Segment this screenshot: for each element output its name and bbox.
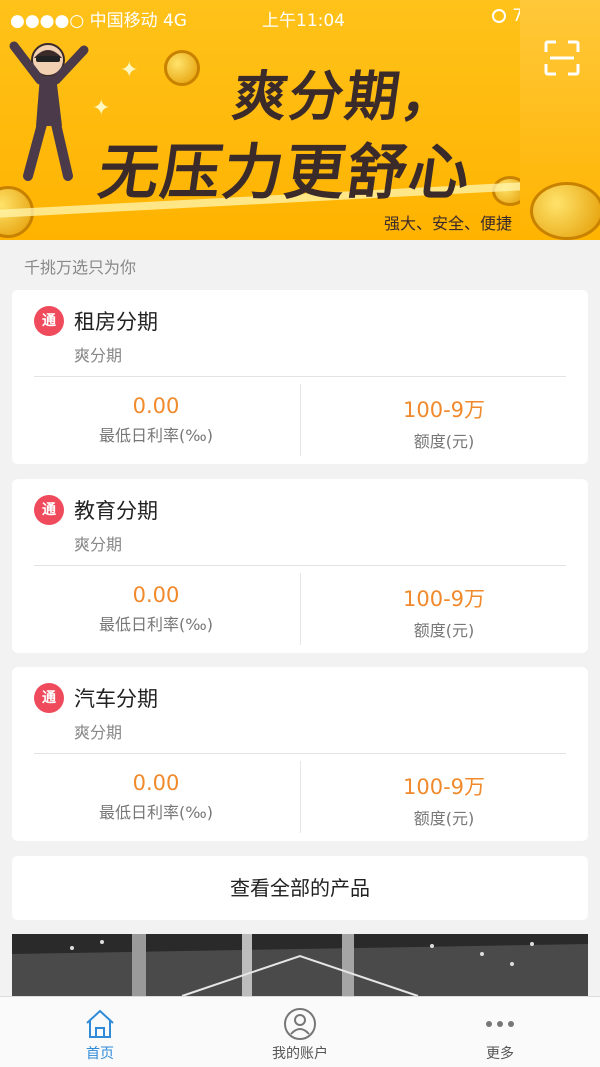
coin-icon — [530, 182, 600, 240]
badge-icon: 通 — [34, 306, 64, 336]
status-bar: ●●●●○ 中国移动 4G 上午11:04 76% — [0, 0, 600, 32]
product-title: 租房分期 — [74, 310, 158, 334]
limit-stat: 100-9万 额度(元) — [300, 771, 588, 829]
banner-tagline: 强大、安全、便捷 — [384, 214, 513, 233]
user-circle-icon — [284, 1008, 316, 1040]
promo-banner[interactable]: ●●●●○ 中国移动 4G 上午11:04 76% ✦ ✦ 爽分期， 无压力更舒… — [0, 0, 600, 240]
product-subtitle: 爽分期 — [74, 535, 123, 554]
banner-headline-2: 无压力更舒心 — [94, 138, 477, 208]
product-subtitle: 爽分期 — [74, 723, 123, 742]
more-dots-icon — [486, 1021, 514, 1027]
tab-home[interactable]: 首页 — [0, 997, 200, 1067]
bottom-tab-bar: 首页 我的账户 更多 — [0, 996, 600, 1067]
coin-icon — [164, 50, 200, 86]
rate-label: 最低日利率(‰) — [99, 615, 213, 634]
rate-label: 最低日利率(‰) — [99, 803, 213, 822]
product-card-education[interactable]: 通 教育分期 爽分期 0.00 最低日利率(‰) 100-9万 额度(元) — [12, 479, 588, 653]
tab-more-label: 更多 — [486, 1046, 514, 1062]
divider — [34, 376, 566, 377]
tab-account[interactable]: 我的账户 — [200, 997, 400, 1067]
divider — [34, 753, 566, 754]
carrier-label: ●●●●○ 中国移动 4G — [10, 11, 187, 31]
section-hint: 千挑万选只为你 — [24, 258, 137, 277]
rotation-lock-icon — [492, 9, 507, 23]
product-card-rent[interactable]: 通 租房分期 爽分期 0.00 最低日利率(‰) 100-9万 额度(元) — [12, 290, 588, 464]
tab-more[interactable]: 更多 — [400, 997, 600, 1067]
jumping-person-illustration — [9, 41, 89, 181]
tab-account-label: 我的账户 — [272, 1046, 328, 1062]
limit-label: 额度(元) — [413, 621, 475, 640]
scan-panel — [520, 0, 600, 240]
badge-icon: 通 — [34, 683, 64, 713]
banner-headline-1: 爽分期， — [228, 65, 462, 128]
rate-stat: 0.00 最低日利率(‰) — [12, 394, 300, 446]
rate-stat: 0.00 最低日利率(‰) — [12, 771, 300, 823]
rate-value: 0.00 — [132, 583, 180, 607]
home-icon — [86, 1009, 114, 1038]
limit-label: 额度(元) — [413, 432, 475, 451]
clock: 上午11:04 — [262, 11, 345, 31]
divider — [34, 565, 566, 566]
product-card-car[interactable]: 通 汽车分期 爽分期 0.00 最低日利率(‰) 100-9万 额度(元) — [12, 667, 588, 841]
product-title: 教育分期 — [74, 499, 158, 523]
interior-photo-illustration — [12, 934, 588, 1004]
limit-value: 100-9万 — [402, 398, 486, 422]
scan-icon[interactable] — [544, 40, 580, 76]
product-title: 汽车分期 — [74, 687, 158, 711]
limit-label: 额度(元) — [413, 809, 475, 828]
limit-stat: 100-9万 额度(元) — [300, 394, 588, 452]
sparkle-icon: ✦ — [92, 96, 111, 121]
limit-value: 100-9万 — [402, 775, 486, 799]
rate-value: 0.00 — [132, 771, 180, 795]
limit-value: 100-9万 — [402, 587, 486, 611]
badge-icon: 通 — [34, 495, 64, 525]
product-subtitle: 爽分期 — [74, 346, 123, 365]
limit-stat: 100-9万 额度(元) — [300, 583, 588, 641]
rate-stat: 0.00 最低日利率(‰) — [12, 583, 300, 635]
view-all-products-button[interactable]: 查看全部的产品 — [12, 856, 588, 920]
tab-home-label: 首页 — [86, 1046, 114, 1062]
sparkle-icon: ✦ — [120, 58, 139, 83]
promo-image[interactable] — [12, 934, 588, 1004]
rate-value: 0.00 — [132, 394, 180, 418]
rate-label: 最低日利率(‰) — [99, 426, 213, 445]
